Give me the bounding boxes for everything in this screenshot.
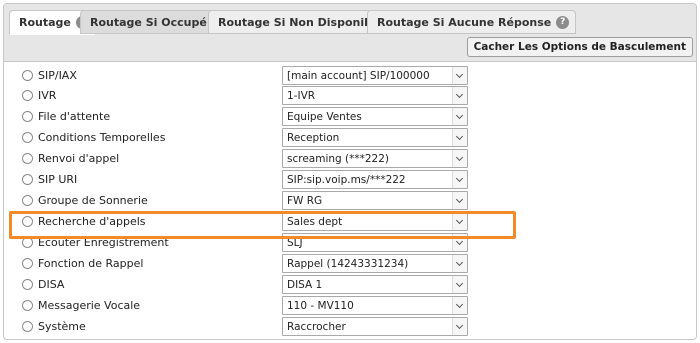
radio-button[interactable] [22, 90, 33, 101]
option-row-disa: DISA DISA 1 [4, 275, 696, 295]
select-value: Reception [287, 132, 340, 144]
help-icon[interactable]: ? [556, 15, 570, 29]
chevron-down-icon [452, 276, 467, 293]
hide-failover-options-button[interactable]: Cacher Les Options de Basculement [466, 37, 693, 57]
option-row-sip-uri: SIP URI SIP:sip.voip.ms/***222 [4, 170, 696, 190]
tab-label: Routage Si Aucune Réponse [377, 15, 552, 29]
option-select[interactable]: 110 - MV110 [282, 296, 468, 315]
tab-label: Routage Si Non Disponible [218, 15, 384, 29]
select-value: 110 - MV110 [287, 300, 354, 312]
radio-button[interactable] [22, 70, 33, 81]
radio-button[interactable] [22, 279, 33, 290]
radio-button[interactable] [22, 111, 33, 122]
option-label: IVR [38, 89, 57, 102]
option-label: Système [38, 320, 86, 333]
tab-label: Routage [19, 16, 71, 29]
option-row-conditions-temporelles: Conditions Temporelles Reception [4, 128, 696, 148]
option-select[interactable]: Reception [282, 128, 468, 147]
radio-button[interactable] [22, 300, 33, 311]
option-label: DISA [38, 278, 65, 291]
option-row-sip-iax: SIP/IAX [main account] SIP/100000 [4, 66, 696, 86]
radio-button[interactable] [22, 195, 33, 206]
select-value: FW RG [287, 195, 323, 207]
option-label: Messagerie Vocale [38, 299, 141, 312]
option-label: Groupe de Sonnerie [38, 194, 148, 207]
radio-button[interactable] [22, 174, 33, 185]
option-row-systeme: Système Raccrocher [4, 317, 696, 337]
option-select[interactable]: Rappel (14243331234) [282, 254, 468, 273]
chevron-down-icon [452, 255, 467, 272]
tab-routage-si-aucune-reponse[interactable]: Routage Si Aucune Réponse ? [367, 10, 577, 34]
option-select[interactable]: FW RG [282, 191, 468, 210]
chevron-down-icon [452, 150, 467, 167]
radio-button[interactable] [22, 132, 33, 143]
option-select[interactable]: [main account] SIP/100000 [282, 66, 468, 85]
option-label: File d'attente [38, 110, 111, 123]
option-label: Conditions Temporelles [38, 131, 166, 144]
select-value: Rappel (14243331234) [287, 258, 409, 270]
select-value: [main account] SIP/100000 [287, 70, 430, 82]
chevron-down-icon [452, 318, 467, 335]
chevron-down-icon [452, 108, 467, 125]
option-label: SIP/IAX [38, 69, 77, 82]
radio-button[interactable] [22, 321, 33, 332]
select-value: Raccrocher [287, 321, 346, 333]
highlight-box [9, 211, 516, 239]
chevron-down-icon [452, 171, 467, 188]
radio-button[interactable] [22, 258, 33, 269]
chevron-down-icon [452, 297, 467, 314]
option-label: Fonction de Rappel [38, 257, 144, 270]
option-row-renvoi-appel: Renvoi d'appel screaming (***222) [4, 149, 696, 169]
select-value: SIP:sip.voip.ms/***222 [287, 174, 406, 186]
routing-panel: Routage ? Routage Si Occupé ? Routage Si… [3, 3, 697, 340]
option-row-ivr: IVR 1-IVR [4, 86, 696, 106]
chevron-down-icon [452, 129, 467, 146]
tab-label: Routage Si Occupé [90, 15, 207, 29]
option-row-file-attente: File d'attente Equipe Ventes [4, 107, 696, 127]
radio-button[interactable] [22, 153, 33, 164]
chevron-down-icon [452, 67, 467, 84]
option-select[interactable]: 1-IVR [282, 86, 468, 105]
select-value: DISA 1 [287, 279, 323, 291]
chevron-down-icon [452, 192, 467, 209]
chevron-down-icon [452, 87, 467, 104]
select-value: Equipe Ventes [287, 111, 362, 123]
select-value: 1-IVR [287, 90, 316, 102]
option-row-messagerie-vocale: Messagerie Vocale 110 - MV110 [4, 296, 696, 316]
option-select[interactable]: DISA 1 [282, 275, 468, 294]
option-select[interactable]: screaming (***222) [282, 149, 468, 168]
option-select[interactable]: Raccrocher [282, 317, 468, 336]
option-select[interactable]: SIP:sip.voip.ms/***222 [282, 170, 468, 189]
select-value: screaming (***222) [287, 153, 390, 165]
option-label: Renvoi d'appel [38, 152, 120, 165]
option-select[interactable]: Equipe Ventes [282, 107, 468, 126]
option-row-groupe-de-sonnerie: Groupe de Sonnerie FW RG [4, 191, 696, 211]
option-label: SIP URI [38, 173, 78, 186]
tab-bar: Routage ? Routage Si Occupé ? Routage Si… [4, 4, 696, 62]
option-row-fonction-de-rappel: Fonction de Rappel Rappel (14243331234) [4, 254, 696, 274]
